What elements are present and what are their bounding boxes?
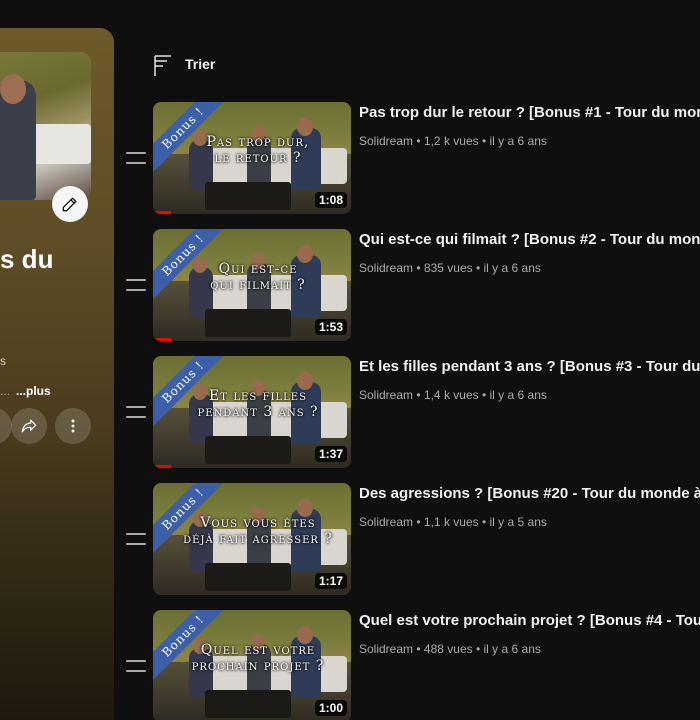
watch-progress-bar xyxy=(153,211,171,214)
video-meta: Solidream • 1,1 k vues • il y a 5 ans xyxy=(359,515,547,529)
video-thumbnail[interactable]: Bonus ! Quel est votre prochain projet ?… xyxy=(153,610,351,720)
thumb-table xyxy=(205,436,291,464)
thumbnail-caption-line: déjà fait agresser ? xyxy=(183,531,333,547)
thumbnail-caption-line: pendant 3 ans ? xyxy=(197,404,319,420)
view-count: 835 vues xyxy=(423,261,473,275)
sort-icon xyxy=(154,55,171,76)
video-title[interactable]: Des agressions ? [Bonus #20 - Tour du mo… xyxy=(359,485,700,502)
watch-progress-bar xyxy=(153,338,171,341)
thumbnail-caption-line: Qui est-ce xyxy=(218,261,298,277)
thumb-table xyxy=(205,690,291,718)
video-thumbnail[interactable]: Bonus ! Pas trop dur, le retour ? 1:08 xyxy=(153,102,351,214)
share-button[interactable] xyxy=(11,408,47,444)
thumbnail-caption-line: Quel est votre xyxy=(200,642,316,658)
more-actions-button[interactable] xyxy=(55,408,91,444)
channel-name[interactable]: Solidream xyxy=(359,388,413,402)
upload-age: il y a 6 ans xyxy=(489,388,547,402)
video-list-item[interactable]: Bonus ! Qui est-ce qui filmait ? 1:53 Qu… xyxy=(120,229,700,341)
meta-separator: • xyxy=(416,642,421,656)
channel-name[interactable]: Solidream xyxy=(359,642,413,656)
more-vert-icon xyxy=(71,419,75,433)
video-list-item[interactable]: Bonus ! Pas trop dur, le retour ? 1:08 P… xyxy=(120,102,700,214)
edit-cover-button[interactable] xyxy=(52,186,88,222)
thumbnail-caption: Quel est votre prochain projet ? xyxy=(173,642,343,674)
more-link[interactable]: ...plus xyxy=(16,384,51,398)
thumb-table xyxy=(205,563,291,591)
upload-age: il y a 6 ans xyxy=(489,134,547,148)
playlist-description: ... ...plus xyxy=(0,384,51,398)
sort-control[interactable]: Trier xyxy=(153,52,215,76)
video-title[interactable]: Qui est-ce qui filmait ? [Bonus #2 - Tou… xyxy=(359,231,700,248)
channel-name[interactable]: Solidream xyxy=(359,134,413,148)
thumb-table xyxy=(205,309,291,337)
duration-badge: 1:00 xyxy=(314,700,347,716)
video-meta: Solidream • 488 vues • il y a 6 ans xyxy=(359,642,541,656)
upload-age: il y a 6 ans xyxy=(483,642,541,656)
share-icon xyxy=(21,419,37,433)
video-thumbnail[interactable]: Bonus ! Qui est-ce qui filmait ? 1:53 xyxy=(153,229,351,341)
meta-separator: • xyxy=(416,134,421,148)
video-title[interactable]: Quel est votre prochain projet ? [Bonus … xyxy=(359,612,700,629)
view-count: 1,2 k vues xyxy=(423,134,479,148)
video-title[interactable]: Pas trop dur le retour ? [Bonus #1 - Tou… xyxy=(359,104,700,121)
pencil-icon xyxy=(62,197,77,212)
duration-badge: 1:37 xyxy=(314,446,347,462)
video-meta: Solidream • 1,2 k vues • il y a 6 ans xyxy=(359,134,547,148)
thumbnail-caption-line: prochain projet ? xyxy=(191,658,325,674)
meta-separator: • xyxy=(475,261,481,275)
view-count: 1,4 k vues xyxy=(423,388,479,402)
meta-separator: • xyxy=(416,515,421,529)
playlist-description-text: ... xyxy=(0,384,11,398)
drag-handle-icon[interactable] xyxy=(126,660,146,672)
playlist-cover-image[interactable] xyxy=(0,52,91,200)
video-meta: Solidream • 835 vues • il y a 6 ans xyxy=(359,261,541,275)
channel-name[interactable]: Solidream xyxy=(359,515,413,529)
cover-person-head xyxy=(0,74,26,104)
drag-handle-icon[interactable] xyxy=(126,152,146,164)
video-list-item[interactable]: Bonus ! Quel est votre prochain projet ?… xyxy=(120,610,700,720)
meta-separator: • xyxy=(416,261,421,275)
view-count: 488 vues xyxy=(423,642,473,656)
duration-badge: 1:17 xyxy=(314,573,347,589)
upload-age: il y a 5 ans xyxy=(489,515,547,529)
thumbnail-caption-line: Pas trop dur, xyxy=(206,134,310,150)
meta-separator: • xyxy=(481,134,487,148)
watch-progress-bar xyxy=(153,465,171,468)
meta-separator: • xyxy=(481,388,487,402)
thumbnail-caption-line: qui filmait ? xyxy=(210,277,306,293)
drag-handle-icon[interactable] xyxy=(126,533,146,545)
meta-separator: • xyxy=(475,642,481,656)
meta-separator: • xyxy=(481,515,487,529)
video-title[interactable]: Et les filles pendant 3 ans ? [Bonus #3 … xyxy=(359,358,700,375)
sort-label: Trier xyxy=(185,56,216,72)
thumbnail-caption-line: Vous vous êtes xyxy=(200,515,316,531)
thumbnail-caption: Et les filles pendant 3 ans ? xyxy=(173,388,343,420)
thumbnail-caption-line: Et les filles xyxy=(209,388,307,404)
channel-name[interactable]: Solidream xyxy=(359,261,413,275)
drag-handle-icon[interactable] xyxy=(126,406,146,418)
action-icon xyxy=(0,417,3,435)
drag-handle-icon[interactable] xyxy=(126,279,146,291)
video-meta: Solidream • 1,4 k vues • il y a 6 ans xyxy=(359,388,547,402)
playlist-meta: s xyxy=(0,354,6,368)
thumbnail-caption: Pas trop dur, le retour ? xyxy=(173,134,343,166)
video-list-item[interactable]: Bonus ! Et les filles pendant 3 ans ? 1:… xyxy=(120,356,700,468)
playlist-header-panel: s du s ... ...plus xyxy=(0,28,114,720)
video-thumbnail[interactable]: Bonus ! Vous vous êtes déjà fait agresse… xyxy=(153,483,351,595)
video-list-item[interactable]: Bonus ! Vous vous êtes déjà fait agresse… xyxy=(120,483,700,595)
playlist-title: s du xyxy=(0,244,54,274)
thumb-table xyxy=(205,182,291,210)
duration-badge: 1:08 xyxy=(314,192,347,208)
thumbnail-caption: Qui est-ce qui filmait ? xyxy=(173,261,343,293)
thumbnail-caption: Vous vous êtes déjà fait agresser ? xyxy=(173,515,343,547)
view-count: 1,1 k vues xyxy=(423,515,479,529)
video-thumbnail[interactable]: Bonus ! Et les filles pendant 3 ans ? 1:… xyxy=(153,356,351,468)
playlist-page: s du s ... ...plus Trier Bonus ! Pas tro… xyxy=(0,0,700,720)
meta-separator: • xyxy=(416,388,421,402)
duration-badge: 1:53 xyxy=(314,319,347,335)
thumbnail-caption-line: le retour ? xyxy=(214,150,302,166)
upload-age: il y a 6 ans xyxy=(483,261,541,275)
